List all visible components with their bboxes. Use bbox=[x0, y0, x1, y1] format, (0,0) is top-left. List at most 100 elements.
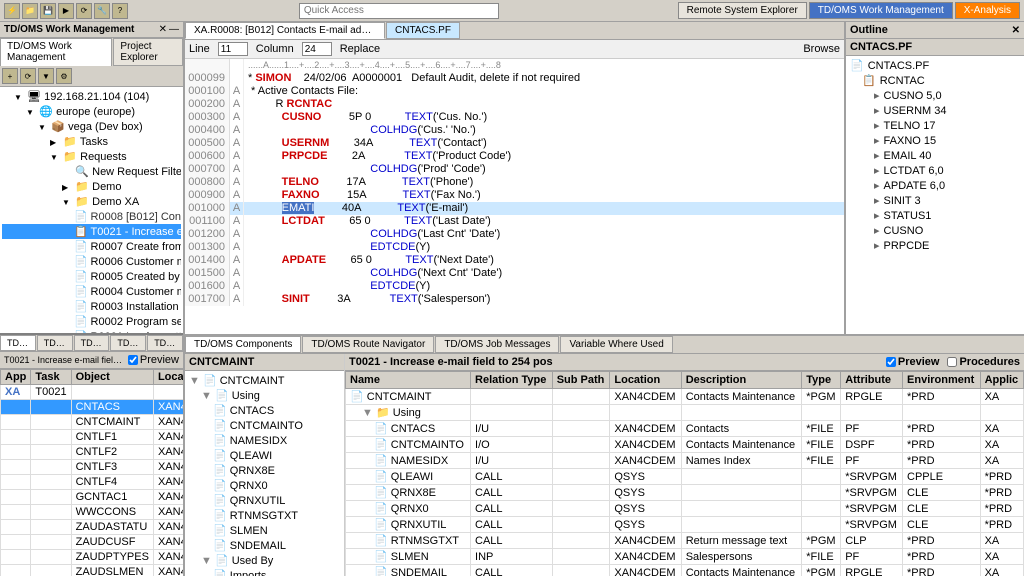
outline-close[interactable]: ✕ bbox=[1012, 25, 1020, 36]
comp-tree-item-10[interactable]: 📄 SLMEN bbox=[187, 523, 342, 538]
tree-server[interactable]: ▼ 🖥 192.168.21.104 (104) bbox=[2, 89, 181, 104]
code-line-14[interactable]: 001400A APDATE 65 0 TEXT('Next Date') bbox=[185, 254, 844, 267]
objects-row-1[interactable]: CNTACSXAN4CDEM*FILEPF bbox=[1, 399, 184, 414]
comp-row-4[interactable]: 📄 NAMESIDXI/UXAN4CDEMNames Index*FILEPF*… bbox=[346, 453, 1024, 469]
tree-europe[interactable]: ▼ 🌐 europe (europe) bbox=[2, 104, 181, 119]
comp-tree-item-5[interactable]: 📄 QLEAWI bbox=[187, 448, 342, 463]
code-line-1[interactable]: 000100A * Active Contacts File: bbox=[185, 85, 844, 98]
tree-vega[interactable]: ▼ 📦 vega (Dev box) bbox=[2, 119, 181, 134]
tree-r0004[interactable]: 📄 R0004 Customer maintenance is broken [… bbox=[2, 284, 181, 299]
toolbar-icon-7[interactable]: ? bbox=[112, 3, 128, 19]
tree-r0002[interactable]: 📄 R0002 Program settings [XA *PLND] bbox=[2, 314, 181, 329]
objects-row-9[interactable]: ZAUDASTATUXAN4CDEM*PGMRPGLE bbox=[1, 519, 184, 534]
code-line-15[interactable]: 001500A COLHDG('Next Cnt' 'Date') bbox=[185, 267, 844, 280]
toolbar-icon-2[interactable]: 📁 bbox=[22, 3, 38, 19]
comp-row-6[interactable]: 📄 QRNX8ECALLQSYS*SRVPGMCLE*PRD bbox=[346, 485, 1024, 501]
components-tree[interactable]: ▼ 📄 CNTCMAINT▼ 📄 Using 📄 CNTACS 📄 CNTCMA… bbox=[185, 371, 344, 576]
objects-row-3[interactable]: CNTLF1XAN4CDEM*FILELF bbox=[1, 429, 184, 444]
comp-row-3[interactable]: 📄 CNTCMAINTOI/OXAN4CDEMContacts Maintena… bbox=[346, 437, 1024, 453]
tree-settings-icon[interactable]: ⚙ bbox=[56, 68, 72, 84]
code-line-9[interactable]: 000900A FAXNO 15A TEXT('Fax No.') bbox=[185, 189, 844, 202]
objects-row-7[interactable]: GCNTAC1XAN4CDEM*PGMRPG bbox=[1, 489, 184, 504]
bottom-left-tab-5[interactable]: TD/O... bbox=[147, 335, 183, 351]
objects-row-8[interactable]: WWCCONSXAN4CDEM*PGMRPGLE bbox=[1, 504, 184, 519]
objects-row-2[interactable]: CNTCMAINTXAN4CDEM*PGMRPGLE bbox=[1, 414, 184, 429]
tab-job-messages[interactable]: TD/OMS Job Messages bbox=[435, 336, 559, 353]
outline-item-12[interactable]: ▸PRPCDE bbox=[848, 238, 1022, 253]
comp-row-10[interactable]: 📄 SLMENINPXAN4CDEMSalespersons*FILEPF*PR… bbox=[346, 549, 1024, 565]
code-line-12[interactable]: 001200A COLHDG('Last Cnt' 'Date') bbox=[185, 228, 844, 241]
toolbar-icon-6[interactable]: 🔧 bbox=[94, 3, 110, 19]
code-line-7[interactable]: 000700A COLHDG('Prod' 'Code') bbox=[185, 163, 844, 176]
tab-td-oms-work-management[interactable]: TD/OMS Work Management bbox=[809, 2, 953, 19]
tab-remote-system-explorer[interactable]: Remote System Explorer bbox=[678, 2, 807, 19]
outline-item-10[interactable]: ▸STATUS1 bbox=[848, 208, 1022, 223]
comp-tree-item-1[interactable]: ▼ 📄 Using bbox=[187, 388, 342, 403]
tab-components[interactable]: TD/OMS Components bbox=[185, 336, 301, 353]
components-table-container[interactable]: Name Relation Type Sub Path Location Des… bbox=[345, 371, 1024, 576]
left-panel-minimize[interactable]: — bbox=[169, 24, 179, 35]
toolbar-icon-4[interactable]: ▶ bbox=[58, 3, 74, 19]
objects-row-6[interactable]: CNTLF4XAN4CDEM*FILELF bbox=[1, 474, 184, 489]
comp-tree-item-0[interactable]: ▼ 📄 CNTCMAINT bbox=[187, 373, 342, 388]
comp-tree-item-13[interactable]: 📄 Imports bbox=[187, 568, 342, 576]
outline-item-8[interactable]: ▸APDATE 6,0 bbox=[848, 178, 1022, 193]
comp-row-2[interactable]: 📄 CNTACSI/UXAN4CDEMContacts*FILEPF*PRDXA bbox=[346, 421, 1024, 437]
comp-tree-item-3[interactable]: 📄 CNTCMAINTO bbox=[187, 418, 342, 433]
tab-route-navigator[interactable]: TD/OMS Route Navigator bbox=[302, 336, 434, 353]
components-procedures-checkbox[interactable] bbox=[947, 357, 957, 367]
code-line-16[interactable]: 001600A EDTCDE(Y) bbox=[185, 280, 844, 293]
left-panel-close[interactable]: ✕ bbox=[159, 24, 167, 35]
tab-variable-where-used[interactable]: Variable Where Used bbox=[560, 336, 672, 353]
code-line-3[interactable]: 000300A CUSNO 5P 0 TEXT('Cus. No.') bbox=[185, 111, 844, 124]
tree-r0003[interactable]: 📄 R0003 Installation issues [XA *CMP] bbox=[2, 299, 181, 314]
toolbar-icon-1[interactable]: ⚡ bbox=[4, 3, 20, 19]
tree-r0005[interactable]: 📄 R0005 Created by API [XA *NEW] bbox=[2, 269, 181, 284]
code-line-17[interactable]: 001700A SINIT 3A TEXT('Salesperson') bbox=[185, 293, 844, 306]
comp-row-11[interactable]: 📄 SNDEMAILCALLXAN4CDEMContacts Maintenan… bbox=[346, 565, 1024, 576]
comp-tree-item-4[interactable]: 📄 NAMESIDX bbox=[187, 433, 342, 448]
code-line-8[interactable]: 000800A TELNO 17A TEXT('Phone') bbox=[185, 176, 844, 189]
bottom-left-tab-2[interactable]: TD/O... bbox=[37, 335, 73, 351]
tree-new-filter[interactable]: 🔍 New Request Filter ... bbox=[2, 164, 181, 179]
comp-row-5[interactable]: 📄 QLEAWICALLQSYS*SRVPGMCPPLE*PRD bbox=[346, 469, 1024, 485]
toolbar-icon-5[interactable]: ⟳ bbox=[76, 3, 92, 19]
editor-tab-r0008[interactable]: XA.R0008: [B012] Contacts E-mail address… bbox=[185, 22, 385, 39]
tab-td-oms[interactable]: TD/OMS Work Management bbox=[0, 38, 112, 66]
toolbar-icon-3[interactable]: 💾 bbox=[40, 3, 56, 19]
tree-new-icon[interactable]: + bbox=[2, 68, 18, 84]
line-input[interactable] bbox=[218, 42, 248, 56]
outline-item-7[interactable]: ▸LCTDAT 6,0 bbox=[848, 163, 1022, 178]
tree-r0006[interactable]: 📄 R0006 Customer maintenance rework [XA … bbox=[2, 254, 181, 269]
tab-project-explorer[interactable]: Project Explorer bbox=[113, 38, 183, 66]
bottom-left-tab-3[interactable]: TD/O... bbox=[74, 335, 110, 351]
outline-item-11[interactable]: ▸CUSNO bbox=[848, 223, 1022, 238]
preview-checkbox[interactable] bbox=[128, 355, 138, 365]
objects-row-12[interactable]: ZAUDSLMENXAN4CDEM*PGMRPGLE bbox=[1, 564, 184, 576]
outline-item-3[interactable]: ▸USERNM 34 bbox=[848, 103, 1022, 118]
code-line-13[interactable]: 001300A EDTCDE(Y) bbox=[185, 241, 844, 254]
outline-item-6[interactable]: ▸EMAIL 40 bbox=[848, 148, 1022, 163]
components-preview-checkbox[interactable] bbox=[886, 357, 896, 367]
comp-row-8[interactable]: 📄 QRNXUTILCALLQSYS*SRVPGMCLE*PRD bbox=[346, 517, 1024, 533]
tree-r0007[interactable]: 📄 R0007 Create from green screen (XA *PL… bbox=[2, 239, 181, 254]
comp-tree-item-7[interactable]: 📄 QRNX0 bbox=[187, 478, 342, 493]
outline-item-5[interactable]: ▸FAXNO 15 bbox=[848, 133, 1022, 148]
comp-tree-item-6[interactable]: 📄 QRNX8E bbox=[187, 463, 342, 478]
code-line-5[interactable]: 000500A USERNM 34A TEXT('Contact') bbox=[185, 137, 844, 150]
tree-r0008[interactable]: 📄 R0008 [B012] Contacts E-mail address i… bbox=[2, 209, 181, 224]
tree-tasks[interactable]: ▶ 📁 Tasks bbox=[2, 134, 181, 149]
bottom-left-tab-4[interactable]: TD/O... bbox=[110, 335, 146, 351]
comp-tree-item-2[interactable]: 📄 CNTACS bbox=[187, 403, 342, 418]
tree-t0021[interactable]: 📋 T0021 - Increase e-mail field to 254 p… bbox=[2, 224, 181, 239]
code-area[interactable]: ......A......1....+....2....+....3....+.… bbox=[185, 59, 844, 334]
quick-access-input[interactable] bbox=[299, 3, 499, 19]
tab-x-analysis[interactable]: X-Analysis bbox=[955, 2, 1020, 19]
comp-row-7[interactable]: 📄 QRNX0CALLQSYS*SRVPGMCLE*PRD bbox=[346, 501, 1024, 517]
code-line-11[interactable]: 001100A LCTDAT 65 0 TEXT('Last Date') bbox=[185, 215, 844, 228]
outline-item-1[interactable]: 📋RCNTAC bbox=[848, 73, 1022, 88]
outline-item-2[interactable]: ▸CUSNO 5,0 bbox=[848, 88, 1022, 103]
code-line-10[interactable]: 001000A EMATI 40A TEXT('E-mail') bbox=[185, 202, 844, 215]
tree-refresh-icon[interactable]: ⟳ bbox=[20, 68, 36, 84]
comp-row-0[interactable]: 📄 CNTCMAINTXAN4CDEMContacts Maintenance*… bbox=[346, 389, 1024, 405]
